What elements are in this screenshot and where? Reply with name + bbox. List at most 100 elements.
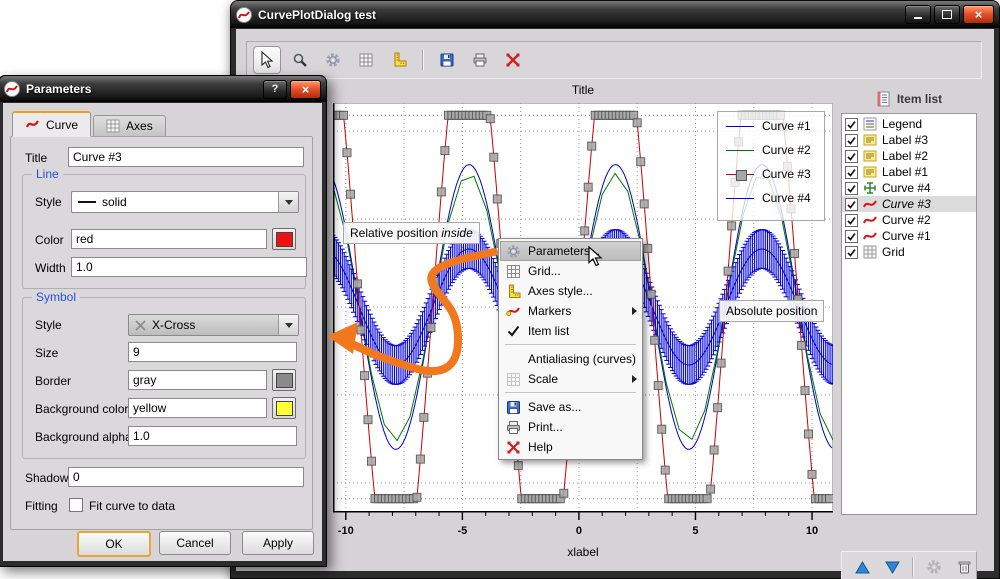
axes-style-tool-button[interactable]: [385, 46, 413, 74]
dialog-close-button[interactable]: ×: [290, 79, 321, 99]
menu-item-print[interactable]: Print...: [500, 417, 641, 437]
checkbox-checked[interactable]: [845, 117, 858, 131]
ruler-icon: [504, 284, 522, 299]
menu-item-scale[interactable]: Scale: [500, 369, 641, 389]
item-list[interactable]: Legend Label #3 Label #2 Label #1 Curve …: [841, 113, 977, 515]
list-item-grid[interactable]: Grid: [842, 244, 976, 260]
checkbox-checked[interactable]: [845, 181, 858, 195]
menu-item-parameters[interactable]: Parameters...: [500, 241, 641, 261]
fit-curve-checkbox[interactable]: [69, 498, 83, 512]
line-color-input[interactable]: [71, 229, 267, 249]
legend-line-sample: [726, 149, 754, 151]
list-item-label3[interactable]: Label #3: [842, 132, 976, 148]
fitting-label: Fitting: [25, 499, 58, 513]
help-button[interactable]: ?: [263, 79, 287, 99]
symbol-alpha-input[interactable]: [128, 426, 297, 446]
symbol-alpha-label: Background alpha: [35, 430, 132, 444]
symbol-bg-label: Background color: [35, 402, 129, 416]
maximize-button[interactable]: [934, 5, 960, 24]
checkbox-checked[interactable]: [845, 133, 858, 147]
save-tool-button[interactable]: [433, 46, 461, 74]
minimize-button[interactable]: [905, 5, 931, 24]
dropdown-button[interactable]: [278, 315, 298, 335]
grid-icon: [106, 119, 120, 133]
menu-item-label: Markers: [528, 304, 572, 318]
menu-item-markers[interactable]: Markers: [500, 301, 641, 321]
settings-tool-button[interactable]: [319, 46, 347, 74]
submenu-arrow-icon: [632, 307, 637, 315]
tab-curve[interactable]: Curve: [12, 111, 92, 137]
delete-item-button[interactable]: [952, 555, 976, 579]
symbol-border-input[interactable]: [128, 370, 267, 390]
checkbox-checked[interactable]: [845, 165, 858, 179]
menu-item-label: Save as...: [528, 400, 582, 414]
menu-item-grid[interactable]: Grid...: [500, 261, 641, 281]
menu-item-axes-style[interactable]: Axes style...: [500, 281, 641, 301]
zoom-tool-button[interactable]: [286, 46, 314, 74]
checkbox-checked[interactable]: [845, 229, 858, 243]
list-item-curve2[interactable]: Curve #2: [842, 212, 976, 228]
title-field-input[interactable]: [68, 147, 304, 167]
move-down-button[interactable]: [880, 555, 904, 579]
shadow-input[interactable]: [68, 467, 304, 487]
line-style-combo[interactable]: solid: [71, 191, 299, 213]
printer-icon: [504, 420, 522, 435]
tab-label: Axes: [126, 119, 153, 133]
symbol-size-input[interactable]: [128, 342, 297, 362]
markers-tool-button[interactable]: [499, 46, 527, 74]
checkbox-checked[interactable]: [845, 213, 858, 227]
main-window-title: CurvePlotDialog test: [258, 7, 377, 22]
dialog-titlebar[interactable]: Parameters ? ×: [0, 76, 326, 102]
relative-position-label[interactable]: Relative position inside: [343, 222, 480, 244]
curve-icon: [862, 196, 878, 212]
line-width-label: Width: [35, 261, 66, 275]
cancel-button[interactable]: Cancel: [159, 531, 231, 555]
tab-axes[interactable]: Axes: [93, 115, 166, 137]
legend-label: Curve #2: [762, 143, 811, 157]
symbol-style-combo[interactable]: X-Cross: [128, 314, 299, 336]
list-item-label2[interactable]: Label #2: [842, 148, 976, 164]
menu-item-label: Item list: [528, 324, 570, 338]
close-icon: ×: [301, 81, 310, 97]
move-up-button[interactable]: [850, 555, 874, 579]
menu-item-item-list[interactable]: Item list: [500, 321, 641, 341]
menu-item-antialiasing[interactable]: Antialiasing (curves): [500, 349, 641, 369]
bg-color-swatch-button[interactable]: [272, 397, 296, 419]
apply-button[interactable]: Apply: [242, 531, 314, 555]
absolute-position-label[interactable]: Absolute position: [719, 300, 825, 322]
symbol-bg-input[interactable]: [128, 398, 267, 418]
dropdown-button[interactable]: [278, 192, 298, 212]
select-tool-button[interactable]: [253, 46, 281, 74]
list-item-curve4[interactable]: Curve #4: [842, 180, 976, 196]
close-button[interactable]: ×: [963, 5, 994, 24]
ok-button[interactable]: OK: [77, 531, 151, 557]
checkbox-checked[interactable]: [845, 149, 858, 163]
print-tool-button[interactable]: [466, 46, 494, 74]
legend-label: Curve #1: [762, 119, 811, 133]
gear-icon: [504, 244, 522, 259]
list-item-label: Label #2: [882, 149, 929, 163]
menu-item-label: Print...: [528, 420, 563, 434]
checkbox-checked[interactable]: [845, 245, 858, 259]
list-item-label1[interactable]: Label #1: [842, 164, 976, 180]
line-width-input[interactable]: [71, 257, 307, 277]
curve-icon: [862, 228, 878, 244]
context-menu: Parameters... Grid... Axes style... Mark…: [498, 238, 643, 460]
main-window-titlebar[interactable]: CurvePlotDialog test ×: [231, 1, 999, 28]
checkbox-checked[interactable]: [845, 197, 858, 211]
grid-tool-button[interactable]: [352, 46, 380, 74]
menu-item-help[interactable]: Help: [500, 437, 641, 457]
list-item-curve1[interactable]: Curve #1: [842, 228, 976, 244]
line-color-swatch-button[interactable]: [272, 228, 296, 250]
list-item-legend[interactable]: Legend: [842, 116, 976, 132]
dialog-client: Curve Axes Title Line Style solid: [3, 103, 322, 561]
list-item-label: Label #1: [882, 165, 929, 179]
border-color-swatch-button[interactable]: [272, 369, 296, 391]
close-icon: ×: [974, 7, 983, 22]
ruler-icon: [394, 52, 407, 67]
item-settings-button[interactable]: [922, 555, 946, 579]
menu-item-save-as[interactable]: Save as...: [500, 397, 641, 417]
solid-line-icon: [78, 201, 96, 203]
plot-legend[interactable]: Curve #1 Curve #2 Curve #3 Curve #4: [717, 111, 825, 221]
list-item-curve3-selected[interactable]: Curve #3: [842, 196, 976, 212]
